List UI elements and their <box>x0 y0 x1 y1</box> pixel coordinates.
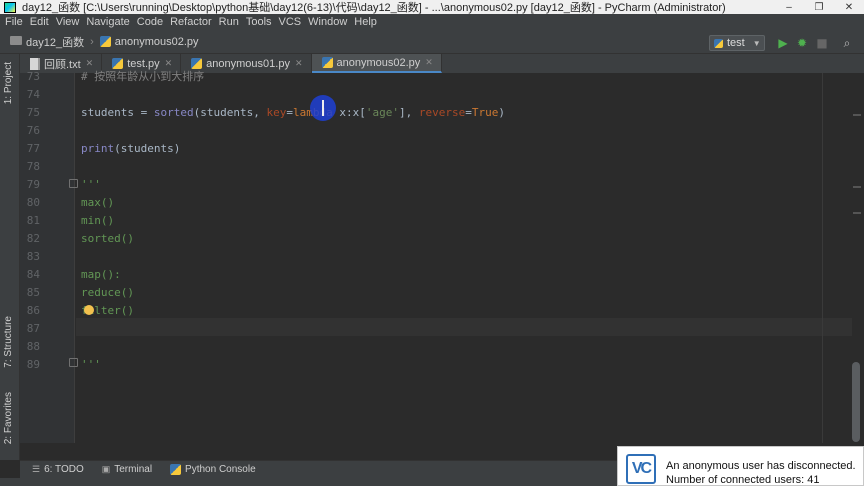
title-bar: day12_函数 [C:\Users\running\Desktop\pytho… <box>0 0 864 14</box>
right-margin-guide <box>822 73 823 443</box>
line-number: 73 <box>26 70 40 83</box>
line-number: 76 <box>26 124 40 137</box>
terminal-icon: ▣ <box>101 464 111 474</box>
line-number: 81 <box>26 214 40 227</box>
close-icon[interactable]: ✕ <box>295 58 303 69</box>
breadcrumb-file[interactable]: anonymous02.py <box>115 36 199 48</box>
search-everywhere-icon[interactable]: ⌕ <box>840 36 854 50</box>
left-tool-bar: 1: Project 7: Structure 2: Favorites <box>0 54 20 460</box>
code-line-75: students = sorted(students, key=lambda x… <box>81 106 505 119</box>
fold-marker-icon[interactable] <box>69 179 78 188</box>
run-config-select[interactable]: test ▼ <box>709 35 765 51</box>
python-file-icon <box>714 38 723 48</box>
menu-help[interactable]: Help <box>354 16 377 28</box>
python-console-tool-tab[interactable]: Python Console <box>170 464 256 475</box>
fold-marker-icon[interactable] <box>69 358 78 367</box>
menu-window[interactable]: Window <box>308 16 347 28</box>
line-number: 88 <box>26 340 40 353</box>
line-number: 78 <box>26 160 40 173</box>
menu-tools[interactable]: Tools <box>246 16 272 28</box>
connection-notification[interactable]: VC An anonymous user has disconnected. N… <box>617 446 864 486</box>
run-icon[interactable]: ▶ <box>776 36 790 50</box>
menu-code[interactable]: Code <box>137 16 163 28</box>
menu-bar: File Edit View Navigate Code Refactor Ru… <box>0 14 864 30</box>
line-number: 85 <box>26 286 40 299</box>
structure-tool-tab[interactable]: 7: Structure <box>3 316 14 368</box>
python-file-icon <box>99 36 111 47</box>
code-content: # 按照年龄从小到大排序 students = sorted(students,… <box>81 70 505 371</box>
app-logo-icon: VC <box>626 454 656 484</box>
code-editor[interactable] <box>76 73 852 443</box>
line-number: 87 <box>26 322 40 335</box>
tab-anonymous02-py[interactable]: anonymous02.py ✕ <box>311 54 442 73</box>
project-tool-tab[interactable]: 1: Project <box>3 62 14 104</box>
notification-user-count: Number of connected users: 41 <box>666 474 820 486</box>
notification-message: An anonymous user has disconnected. <box>666 460 856 472</box>
python-file-icon <box>321 57 333 68</box>
breadcrumb-project[interactable]: day12_函数 <box>26 34 84 50</box>
error-stripe-marker[interactable] <box>853 186 861 188</box>
code-line-82: sorted() <box>81 232 134 245</box>
tab-label: 回顾.txt <box>44 58 81 71</box>
scrollbar-thumb[interactable] <box>852 362 860 442</box>
chevron-down-icon: ▼ <box>752 38 761 48</box>
stop-icon[interactable]: ■ <box>815 36 829 50</box>
code-line-80: max() <box>81 196 115 209</box>
error-stripe-marker[interactable] <box>853 212 861 214</box>
breadcrumb-separator: › <box>90 35 94 48</box>
line-number: 79 <box>26 178 40 191</box>
text-cursor-icon <box>322 100 324 116</box>
menu-navigate[interactable]: Navigate <box>86 16 129 28</box>
line-number: 86 <box>26 304 40 317</box>
code-line-79: ''' <box>81 178 101 191</box>
menu-file[interactable]: File <box>5 16 23 28</box>
pycharm-icon <box>4 1 16 13</box>
favorites-tool-tab[interactable]: 2: Favorites <box>3 392 14 444</box>
line-number: 84 <box>26 268 40 281</box>
menu-run[interactable]: Run <box>219 16 239 28</box>
code-line-85: reduce() <box>81 286 134 299</box>
code-line-73: # 按照年龄从小到大排序 <box>81 70 205 83</box>
python-file-icon <box>170 464 182 475</box>
lightbulb-icon[interactable] <box>84 305 94 315</box>
restore-button[interactable]: ❐ <box>804 0 834 14</box>
code-line-89: ''' <box>81 358 101 371</box>
list-icon: ☰ <box>32 464 41 474</box>
tab-label: anonymous01.py <box>206 57 290 70</box>
terminal-tool-tab[interactable]: ▣ Terminal <box>102 464 152 475</box>
line-number: 82 <box>26 232 40 245</box>
close-button[interactable]: ✕ <box>834 0 864 14</box>
code-line-84: map(): <box>81 268 121 281</box>
current-line-highlight <box>76 318 852 336</box>
line-number: 83 <box>26 250 40 263</box>
line-number: 75 <box>26 106 40 119</box>
code-line-77: print(students) <box>81 142 181 155</box>
line-number: 80 <box>26 196 40 209</box>
minimize-button[interactable]: – <box>774 0 804 14</box>
line-number: 74 <box>26 88 40 101</box>
folder-icon <box>10 36 22 45</box>
menu-vcs[interactable]: VCS <box>279 16 302 28</box>
code-line-81: min() <box>81 214 115 227</box>
line-number: 77 <box>26 142 40 155</box>
menu-view[interactable]: View <box>56 16 80 28</box>
window-title: day12_函数 [C:\Users\running\Desktop\pytho… <box>22 2 726 14</box>
menu-edit[interactable]: Edit <box>30 16 49 28</box>
tab-label: anonymous02.py <box>336 56 421 69</box>
close-icon[interactable]: ✕ <box>425 57 433 68</box>
line-number: 89 <box>26 358 40 371</box>
menu-refactor[interactable]: Refactor <box>170 16 212 28</box>
debug-icon[interactable]: ✹ <box>795 36 809 50</box>
todo-tool-tab[interactable]: ☰ 6: TODO <box>32 464 84 475</box>
error-stripe-marker[interactable] <box>853 114 861 116</box>
run-config-name: test <box>727 37 745 49</box>
